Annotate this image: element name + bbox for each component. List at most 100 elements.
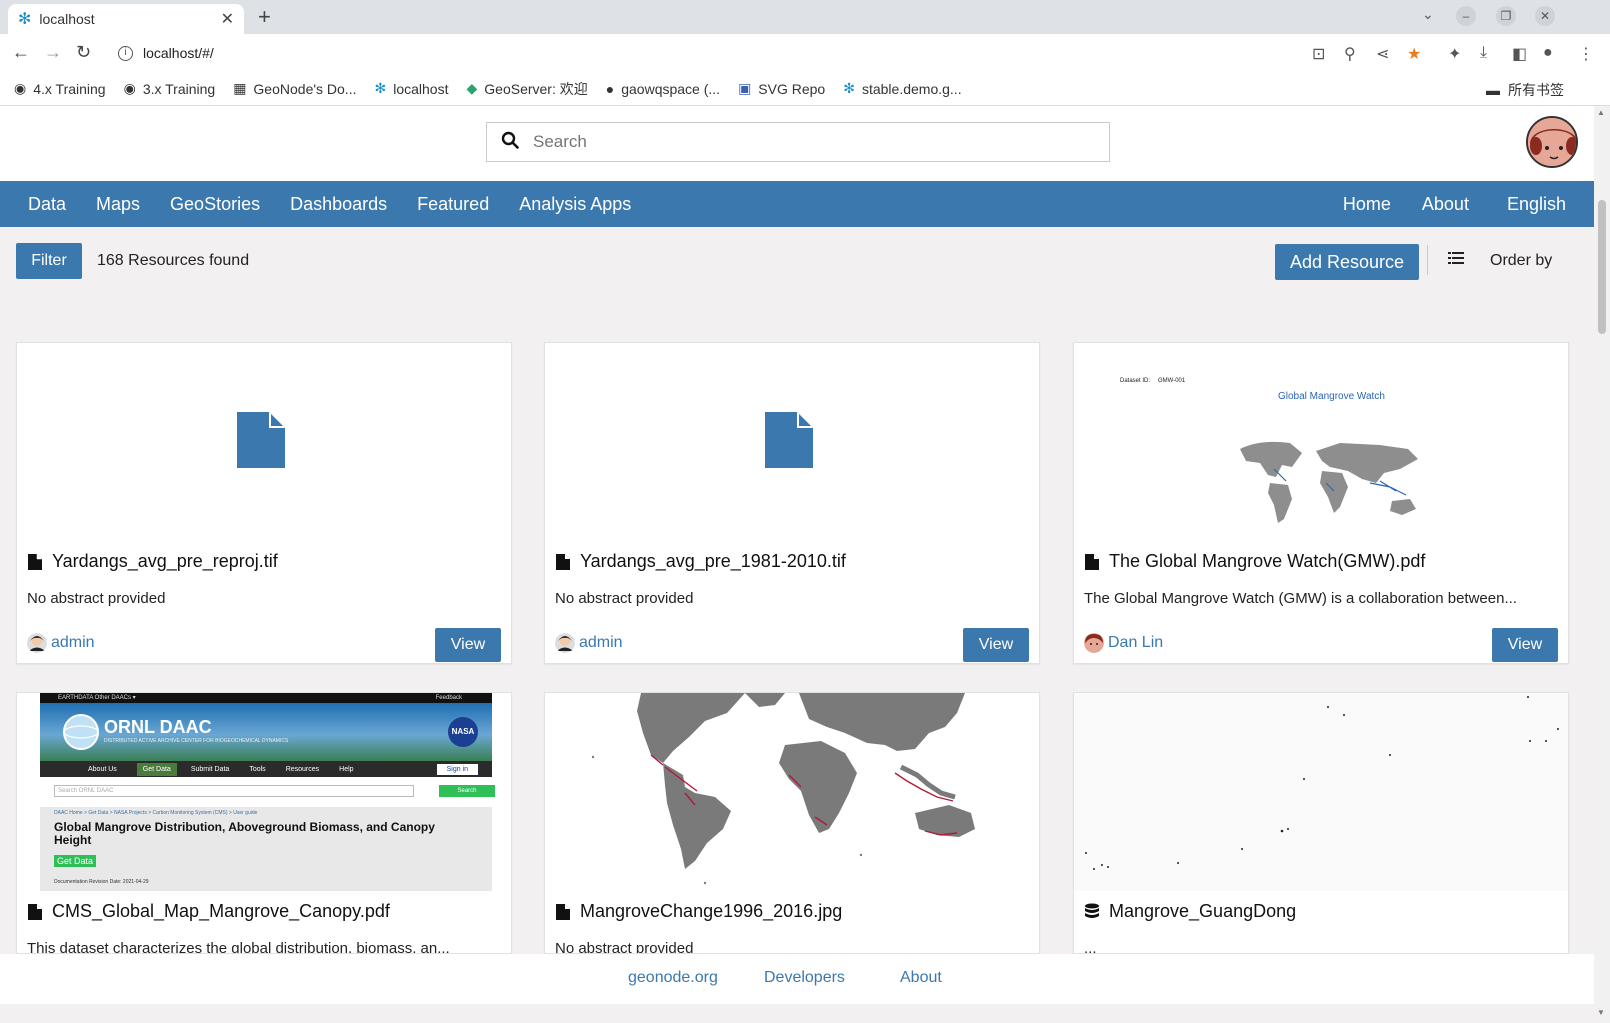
forward-icon[interactable]: →	[44, 42, 62, 63]
card-owner[interactable]: admin	[555, 633, 623, 653]
card-abstract: The Global Mangrove Watch (GMW) is a col…	[1084, 590, 1517, 607]
footer-link-developers[interactable]: Developers	[764, 969, 845, 987]
ornl-page-preview: EARTHDATA Other DAACs ▾ Feedback ORNL DA…	[40, 693, 495, 891]
user-avatar[interactable]	[1526, 116, 1578, 168]
restore-icon[interactable]: ❐	[1496, 6, 1516, 26]
order-by-dropdown[interactable]: Order by	[1490, 252, 1552, 270]
downloads-icon[interactable]: ⤓	[1480, 44, 1487, 62]
nav-geostories[interactable]: GeoStories	[170, 194, 260, 215]
minimize-icon[interactable]: –	[1456, 6, 1476, 26]
filter-button[interactable]: Filter	[16, 243, 82, 279]
card-title[interactable]: MangroveChange1996_2016.jpg	[555, 901, 842, 922]
search-box[interactable]	[486, 122, 1110, 162]
profile-icon[interactable]: ●	[1543, 44, 1553, 62]
card-abstract: No abstract provided	[555, 940, 694, 954]
reload-icon[interactable]: ↻	[76, 42, 91, 63]
back-icon[interactable]: ←	[12, 42, 30, 63]
tab-list-chevron-icon[interactable]: ⌄	[1422, 6, 1434, 23]
browser-tab[interactable]: ✻ localhost ✕	[8, 4, 244, 34]
card-abstract: This dataset characterizes the global di…	[27, 940, 450, 954]
card-owner[interactable]: admin	[27, 633, 95, 653]
card-thumbnail	[17, 343, 511, 541]
file-icon	[556, 903, 570, 920]
resource-card[interactable]: EARTHDATA Other DAACs ▾ Feedback ORNL DA…	[16, 692, 512, 954]
card-thumbnail: Dataset ID: GMW-001 Global Mangrove Watc…	[1074, 343, 1568, 541]
nav-featured[interactable]: Featured	[417, 194, 489, 215]
page-scrollbar[interactable]: ▲ ▼	[1594, 106, 1610, 1023]
globe-icon: ◉	[123, 80, 136, 96]
results-toolbar: Filter 168 Resources found Add Resource …	[0, 227, 1594, 289]
nav-about[interactable]: About	[1422, 194, 1469, 215]
zoom-icon[interactable]: ⚲	[1344, 44, 1356, 64]
geonode-favicon-icon: ✻	[374, 80, 387, 96]
folder-icon: ▬	[1486, 82, 1500, 98]
share-icon[interactable]: ⋖	[1376, 44, 1389, 64]
ornl-content: DAAC Home > Get Data > NASA Projects > C…	[40, 807, 492, 891]
nav-dashboards[interactable]: Dashboards	[290, 194, 387, 215]
file-placeholder-icon	[237, 412, 285, 468]
view-button[interactable]: View	[963, 628, 1029, 662]
nav-data[interactable]: Data	[28, 194, 66, 215]
card-title[interactable]: The Global Mangrove Watch(GMW).pdf	[1084, 551, 1425, 572]
close-window-icon[interactable]: ✕	[1535, 6, 1555, 26]
resource-card[interactable]: MangroveChange1996_2016.jpg No abstract …	[544, 692, 1040, 954]
sparse-points-preview	[1074, 693, 1568, 891]
bookmark-item[interactable]: ◆ GeoServer: 欢迎	[466, 79, 587, 99]
list-view-icon[interactable]	[1448, 249, 1464, 270]
nav-maps[interactable]: Maps	[96, 194, 140, 215]
footer-link-about[interactable]: About	[900, 969, 942, 987]
search-icon	[487, 131, 533, 154]
bookmark-item[interactable]: ✻ stable.demo.g...	[843, 80, 961, 97]
card-title[interactable]: Yardangs_avg_pre_reproj.tif	[27, 551, 278, 572]
scroll-down-icon[interactable]: ▼	[1597, 1008, 1605, 1017]
ornl-search: Search ORNL DAAC Search	[54, 785, 495, 797]
translate-icon[interactable]: ⊡	[1312, 44, 1325, 64]
card-title[interactable]: CMS_Global_Map_Mangrove_Canopy.pdf	[27, 901, 390, 922]
bookmark-item[interactable]: ▣ SVG Repo	[738, 80, 825, 97]
address-bar[interactable]: i localhost/#/	[108, 38, 1304, 68]
bookmarks-bar: ◉ 4.x Training ◉ 3.x Training ▦ GeoNode's D…	[0, 72, 1610, 106]
resource-card[interactable]: Dataset ID: GMW-001 Global Mangrove Watc…	[1073, 342, 1569, 664]
card-owner[interactable]: Dan Lin	[1084, 633, 1163, 653]
file-placeholder-icon	[765, 412, 813, 468]
site-info-icon[interactable]: i	[118, 45, 133, 61]
card-thumbnail	[545, 693, 1039, 891]
bookmark-item[interactable]: ✻ localhost	[374, 80, 448, 97]
view-button[interactable]: View	[435, 628, 501, 662]
footer-link-geonode[interactable]: geonode.org	[628, 969, 718, 987]
nav-home[interactable]: Home	[1343, 194, 1391, 215]
scrollbar-thumb[interactable]	[1598, 200, 1606, 334]
resource-card[interactable]: Yardangs_avg_pre_reproj.tif No abstract …	[16, 342, 512, 664]
bookmark-item[interactable]: ● gaowqspace (...	[606, 81, 720, 97]
card-title[interactable]: Mangrove_GuangDong	[1084, 901, 1296, 922]
resource-card[interactable]: Yardangs_avg_pre_1981-2010.tif No abstra…	[544, 342, 1040, 664]
ornl-menu: About Us Get Data Submit Data Tools Reso…	[40, 761, 492, 777]
gmw-title: Global Mangrove Watch	[1278, 391, 1385, 402]
nav-analysis-apps[interactable]: Analysis Apps	[519, 194, 631, 215]
view-button[interactable]: View	[1492, 628, 1558, 662]
bookmark-item[interactable]: ◉ 4.x Training	[14, 80, 106, 97]
site-footer: geonode.org Developers About	[0, 954, 1594, 1004]
card-abstract: No abstract provided	[27, 590, 166, 607]
bookmark-item[interactable]: ▦ GeoNode's Do...	[233, 80, 356, 97]
all-bookmarks-folder[interactable]: ▬ 所有书签	[1486, 80, 1564, 100]
divider	[1427, 245, 1428, 275]
bookmark-item[interactable]: ◉ 3.x Training	[124, 80, 216, 97]
tab-close-icon[interactable]: ✕	[221, 9, 234, 29]
new-tab-icon[interactable]: +	[258, 4, 271, 30]
menu-kebab-icon[interactable]: ⋮	[1578, 44, 1594, 64]
side-panel-icon[interactable]: ◧	[1512, 44, 1527, 64]
language-selector[interactable]: English	[1507, 194, 1566, 215]
resource-card[interactable]: Mangrove_GuangDong ...	[1073, 692, 1569, 954]
file-icon	[556, 553, 570, 570]
file-icon	[28, 553, 42, 570]
geonode-favicon-icon: ✻	[18, 11, 32, 28]
scroll-up-icon[interactable]: ▲	[1597, 108, 1605, 117]
mangrove-change-world-map	[591, 693, 975, 885]
bookmark-star-icon[interactable]: ★	[1407, 44, 1421, 64]
add-resource-button[interactable]: Add Resource	[1275, 244, 1419, 280]
extensions-icon[interactable]: ✦	[1448, 44, 1461, 64]
card-thumbnail	[1074, 693, 1568, 891]
card-title[interactable]: Yardangs_avg_pre_1981-2010.tif	[555, 551, 846, 572]
search-input[interactable]	[533, 132, 1073, 152]
